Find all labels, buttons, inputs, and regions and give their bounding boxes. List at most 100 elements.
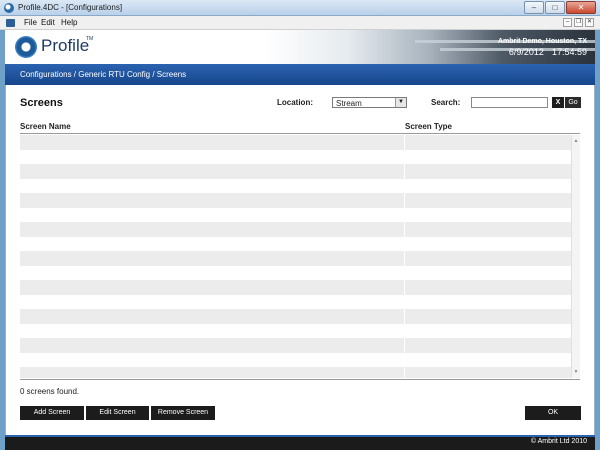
table-row[interactable] bbox=[20, 367, 571, 378]
cell-screen-type bbox=[405, 207, 571, 222]
mdi-controls: ‒ ❐ ✕ bbox=[563, 18, 594, 27]
table-row[interactable] bbox=[20, 135, 571, 150]
header-banner: Profile TM Ambrit Demo, Houston, TX 6/9/… bbox=[5, 30, 595, 64]
table-row[interactable] bbox=[20, 222, 571, 237]
cell-screen-name bbox=[20, 164, 405, 179]
cell-screen-type bbox=[405, 338, 571, 353]
cell-screen-type bbox=[405, 265, 571, 280]
cell-screen-type bbox=[405, 236, 571, 251]
vertical-scrollbar[interactable]: ▲ ▼ bbox=[571, 135, 580, 378]
logo-trademark: TM bbox=[86, 36, 94, 42]
mdi-minimize-button[interactable]: ‒ bbox=[563, 18, 572, 27]
menu-help[interactable]: Help bbox=[61, 18, 77, 27]
go-button[interactable]: Go bbox=[565, 97, 581, 108]
app-icon bbox=[4, 3, 14, 13]
table-row[interactable] bbox=[20, 338, 571, 353]
cell-screen-name bbox=[20, 149, 405, 164]
result-count: 0 screens found. bbox=[20, 387, 80, 396]
cell-screen-name bbox=[20, 135, 405, 150]
screens-table[interactable] bbox=[20, 135, 571, 378]
cell-screen-name bbox=[20, 265, 405, 280]
site-name: Ambrit Demo, Houston, TX bbox=[497, 38, 587, 45]
table-footer-divider bbox=[20, 379, 580, 380]
cell-screen-type bbox=[405, 280, 571, 295]
cell-screen-name bbox=[20, 236, 405, 251]
scroll-down-icon[interactable]: ▼ bbox=[572, 368, 580, 376]
window-title: Profile.4DC - [Configurations] bbox=[18, 3, 123, 12]
cell-screen-name bbox=[20, 323, 405, 338]
cell-screen-name bbox=[20, 352, 405, 367]
cell-screen-name bbox=[20, 367, 405, 378]
search-label: Search: bbox=[431, 98, 461, 107]
cell-screen-name bbox=[20, 193, 405, 208]
menu-edit[interactable]: Edit bbox=[41, 18, 55, 27]
table-row[interactable] bbox=[20, 309, 571, 324]
window-controls: ‒ □ ✕ bbox=[524, 1, 596, 14]
location-value: Stream bbox=[336, 99, 362, 108]
status-bar: © Ambrit Ltd 2010 bbox=[5, 435, 595, 450]
breadcrumb-bar: Configurations / Generic RTU Config / Sc… bbox=[5, 64, 595, 85]
document-icon[interactable] bbox=[6, 19, 15, 27]
cell-screen-type bbox=[405, 193, 571, 208]
current-time: 17:54:59 bbox=[551, 47, 587, 57]
datetime: 6/9/2012 17:54:59 bbox=[509, 47, 587, 57]
cell-screen-type bbox=[405, 251, 571, 266]
cell-screen-type bbox=[405, 367, 571, 378]
menu-file[interactable]: File bbox=[24, 18, 37, 27]
cell-screen-type bbox=[405, 294, 571, 309]
table-row[interactable] bbox=[20, 323, 571, 338]
table-row[interactable] bbox=[20, 265, 571, 280]
mdi-close-button[interactable]: ✕ bbox=[585, 18, 594, 27]
remove-screen-button[interactable]: Remove Screen bbox=[151, 406, 215, 420]
table-row[interactable] bbox=[20, 280, 571, 295]
cell-screen-type bbox=[405, 178, 571, 193]
ok-button[interactable]: OK bbox=[525, 406, 581, 420]
column-header-screen-name[interactable]: Screen Name bbox=[20, 122, 71, 131]
table-row[interactable] bbox=[20, 178, 571, 193]
cell-screen-name bbox=[20, 294, 405, 309]
cell-screen-type bbox=[405, 222, 571, 237]
table-row[interactable] bbox=[20, 164, 571, 179]
table-row[interactable] bbox=[20, 251, 571, 266]
cell-screen-type bbox=[405, 323, 571, 338]
table-row[interactable] bbox=[20, 149, 571, 164]
logo-text: Profile bbox=[41, 36, 90, 55]
cell-screen-name bbox=[20, 338, 405, 353]
table-row[interactable] bbox=[20, 207, 571, 222]
column-header-screen-type[interactable]: Screen Type bbox=[405, 122, 452, 131]
close-button[interactable]: ✕ bbox=[566, 1, 596, 14]
cell-screen-name bbox=[20, 207, 405, 222]
add-screen-button[interactable]: Add Screen bbox=[20, 406, 84, 420]
table-row[interactable] bbox=[20, 294, 571, 309]
table-row[interactable] bbox=[20, 236, 571, 251]
minimize-button[interactable]: ‒ bbox=[524, 1, 544, 14]
cell-screen-type bbox=[405, 352, 571, 367]
breadcrumb[interactable]: Configurations / Generic RTU Config / Sc… bbox=[20, 70, 186, 79]
cell-screen-type bbox=[405, 309, 571, 324]
header-divider bbox=[20, 133, 580, 134]
location-dropdown[interactable]: Stream ▼ bbox=[332, 97, 407, 108]
copyright-text: © Ambrit Ltd 2010 bbox=[530, 438, 587, 445]
cell-screen-name bbox=[20, 280, 405, 295]
edit-screen-button[interactable]: Edit Screen bbox=[86, 406, 149, 420]
menubar: File Edit Help ‒ ❐ ✕ bbox=[0, 16, 600, 30]
cell-screen-type bbox=[405, 135, 571, 150]
window-titlebar[interactable]: Profile.4DC - [Configurations] ‒ □ ✕ bbox=[0, 0, 600, 16]
location-label: Location: bbox=[277, 98, 313, 107]
profile-logo-icon bbox=[15, 36, 37, 58]
maximize-button[interactable]: □ bbox=[545, 1, 565, 14]
current-date: 6/9/2012 bbox=[508, 47, 544, 57]
scroll-up-icon[interactable]: ▲ bbox=[572, 137, 580, 145]
main-panel: Screens Location: Stream ▼ Search: X Go … bbox=[5, 85, 595, 435]
page-title: Screens bbox=[20, 97, 63, 109]
search-input[interactable] bbox=[471, 97, 548, 108]
table-row[interactable] bbox=[20, 352, 571, 367]
cell-screen-name bbox=[20, 251, 405, 266]
clear-search-button[interactable]: X bbox=[552, 97, 564, 108]
cell-screen-name bbox=[20, 309, 405, 324]
table-row[interactable] bbox=[20, 193, 571, 208]
cell-screen-name bbox=[20, 222, 405, 237]
mdi-restore-button[interactable]: ❐ bbox=[574, 18, 583, 27]
status-accent bbox=[5, 435, 595, 437]
chevron-down-icon[interactable]: ▼ bbox=[395, 98, 406, 107]
